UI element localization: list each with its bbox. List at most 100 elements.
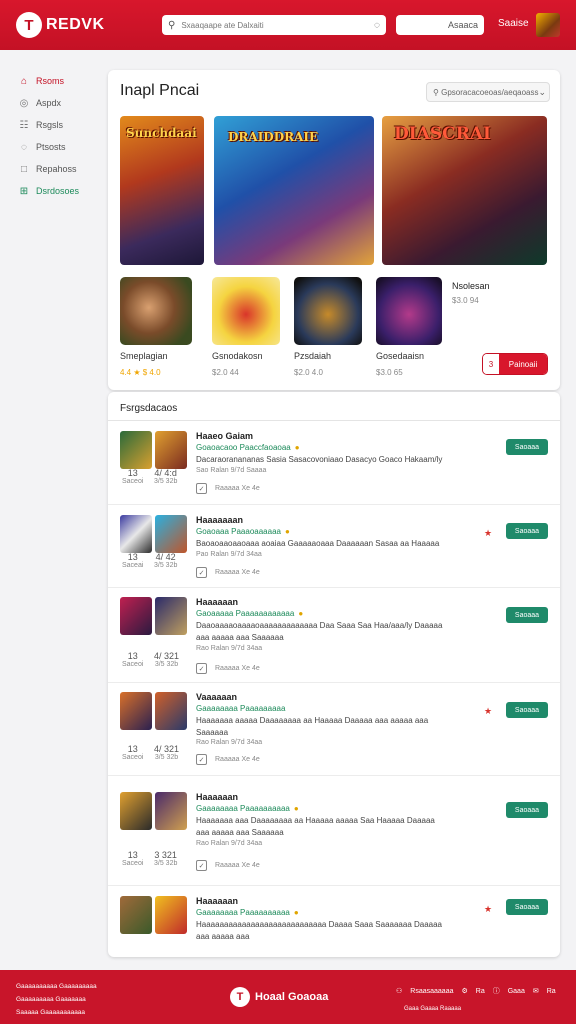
- game-name[interactable]: Smeplagian: [120, 351, 168, 361]
- featured-game-image-2[interactable]: DRAIDDRAIE: [214, 116, 374, 265]
- game-name[interactable]: Pzsdaiah: [294, 351, 331, 361]
- avatar[interactable]: [536, 13, 560, 37]
- game-meta: ✓ Raaaaa Xe 4e: [196, 567, 260, 578]
- favorite-star-icon[interactable]: ★: [484, 528, 492, 539]
- featured-filter-select[interactable]: ⚲ Gpsoracacoeoas/aeqaoass ⌄: [426, 82, 550, 102]
- clear-icon[interactable]: ◌: [374, 20, 380, 31]
- footer-line[interactable]: Gaaaaaaaaaa Gaaaaaaaaa: [16, 980, 97, 993]
- featured-game-image-3[interactable]: DIASCRAI: [382, 116, 547, 265]
- mail-icon[interactable]: ✉: [533, 987, 539, 995]
- footer-link[interactable]: Ra: [476, 988, 485, 995]
- coin-icon: ●: [294, 443, 300, 452]
- featured-side-price: $3.0 94: [452, 296, 479, 305]
- game-subtitle: Gaoaaaaa Paaaaaaaaaaaa ●: [196, 609, 304, 618]
- secondary-search[interactable]: Asaaca: [396, 15, 484, 35]
- checkbox-icon: ✓: [196, 754, 207, 765]
- game-thumbnail[interactable]: [155, 515, 187, 553]
- sidebar-item-4[interactable]: ◌ Ptsosts: [18, 136, 102, 158]
- game-title[interactable]: Haaaaaaan: [196, 515, 243, 525]
- game-thumbnail-3[interactable]: [294, 277, 362, 345]
- game-thumbnail[interactable]: [155, 792, 187, 830]
- footer-link[interactable]: Ra: [547, 988, 556, 995]
- footer: Gaaaaaaaaaa Gaaaaaaaaa Gaaaaaaaaa Gaaaaa…: [0, 970, 576, 1024]
- game-thumbnail[interactable]: [120, 792, 152, 830]
- sidebar-item-5[interactable]: □ Repahoss: [18, 158, 102, 180]
- game-thumbnail[interactable]: [120, 515, 152, 553]
- settings-icon[interactable]: ⚙: [461, 987, 467, 995]
- search-placeholder: Sxaaqaape ate Dalxaiti: [181, 20, 264, 30]
- footer-links: ⚇ Rsaasaaaaaa ⚙ Ra ⓘ Gaaa ✉ Ra: [396, 986, 564, 996]
- sidebar-item-label: Ptsosts: [36, 142, 66, 152]
- row-stat: 4/ 321 3/5 32b: [154, 651, 180, 668]
- logo[interactable]: T REDVK: [16, 12, 105, 38]
- game-title[interactable]: Haaaaaan: [196, 896, 238, 906]
- row-stat: 4/ 4:d 3/5 32b: [154, 468, 178, 485]
- buy-count: 3: [483, 354, 499, 374]
- game-thumbnail-2[interactable]: [212, 277, 280, 345]
- divider: [108, 504, 560, 505]
- game-name[interactable]: Gosedaaisn: [376, 351, 424, 361]
- game-description: Haaaaaaa aaaaa Daaaaaaaa aa Haaaaa Daaaa…: [196, 716, 429, 737]
- search-input[interactable]: ⚲ Sxaaqaape ate Dalxaiti ◌: [162, 15, 386, 35]
- game-thumbnail[interactable]: [120, 597, 152, 635]
- game-title[interactable]: Haaeo Gaiam: [196, 431, 253, 441]
- sidebar-item-2[interactable]: ◎ Aspdx: [18, 92, 102, 114]
- sidebar: ⌂ Rsoms ◎ Aspdx ☷ Rsgsls ◌ Ptsosts □ Rep…: [18, 70, 102, 202]
- sidebar-item-3[interactable]: ☷ Rsgsls: [18, 114, 102, 136]
- list-item[interactable]: 13 Saceoi 3 321 3/5 32b Haaaaaan Gaaaaaaaa…: [108, 790, 560, 876]
- chevron-down-icon: ⌄: [538, 86, 547, 97]
- game-thumbnail[interactable]: [155, 896, 187, 934]
- row-stat: 13 Saceai: [122, 552, 144, 569]
- game-thumbnail[interactable]: [155, 692, 187, 730]
- install-button[interactable]: Saoaaa: [506, 899, 548, 915]
- game-thumbnail[interactable]: [120, 896, 152, 934]
- footer-line[interactable]: Gaaaaaaaaa Gaaaaaaa: [16, 993, 97, 1006]
- buy-button[interactable]: 3 Painoaii: [482, 353, 548, 375]
- footer-logo[interactable]: T Hoaal Goaoaa: [230, 987, 328, 1007]
- game-title[interactable]: Vaaaaaan: [196, 692, 237, 702]
- game-thumbnail[interactable]: [120, 692, 152, 730]
- list-item[interactable]: 13 Saceoi 4/ 4:d 3/5 32b Haaeo Gaiam Goaoa…: [108, 428, 560, 504]
- info-icon[interactable]: ⓘ: [493, 986, 500, 996]
- featured-game-image-1[interactable]: Sunchdaai: [120, 116, 204, 265]
- footer-link[interactable]: Rsaasaaaaaa: [410, 988, 453, 995]
- footer-link[interactable]: Gaaa: [508, 988, 525, 995]
- list-item[interactable]: 13 Saceoi 4/ 321 3/5 32b Vaaaaaan Gaaaaaaa…: [108, 690, 560, 776]
- install-button[interactable]: Saoaaa: [506, 802, 548, 818]
- install-button[interactable]: Saoaaa: [506, 439, 548, 455]
- game-title[interactable]: Haaaaaan: [196, 792, 238, 802]
- game-thumbnail-4[interactable]: [376, 277, 442, 345]
- featured-side-name: Nsolesan: [452, 281, 490, 291]
- list-item[interactable]: 13 Saceai 4/ 42 3/5 32b Haaaaaaan Goaoaaa …: [108, 512, 560, 588]
- checkbox-icon: ✓: [196, 860, 207, 871]
- list-item[interactable]: Haaaaaan Gaaaaaaaa Paaaaaaaaaa ● Haaaaaaa…: [108, 894, 560, 954]
- coin-icon: ●: [293, 908, 299, 917]
- install-button[interactable]: Saoaaa: [506, 523, 548, 539]
- game-thumbnail[interactable]: [120, 431, 152, 469]
- game-subtitle: Gaaaaaaaa Paaaaaaaaaa ●: [196, 908, 299, 917]
- game-meta: $3.0 65: [376, 368, 403, 377]
- recommendations-title: Fsrgsdacaos: [120, 403, 178, 414]
- game-thumbnail[interactable]: [155, 431, 187, 469]
- list-item[interactable]: 13 Saceoi 4/ 321 3/5 32b Haaaaaan Gaoaaaaa…: [108, 595, 560, 681]
- install-button[interactable]: Saoaaa: [506, 607, 548, 623]
- user-label[interactable]: Saaise: [498, 18, 529, 29]
- sidebar-item-label: Aspdx: [36, 98, 62, 108]
- favorite-star-icon[interactable]: ★: [484, 904, 492, 915]
- install-button[interactable]: Saoaaa: [506, 702, 548, 718]
- game-image-caption: DIASCRAI: [394, 124, 491, 144]
- footer-line[interactable]: Saaaaa Gaaaaaaaaaaa: [16, 1006, 97, 1019]
- favorite-star-icon[interactable]: ★: [484, 706, 492, 717]
- sidebar-item-label: Rsgsls: [36, 120, 64, 130]
- sidebar-item-home[interactable]: ⌂ Rsoms: [18, 70, 102, 92]
- featured-card: Inapl Pncai ⚲ Gpsoracacoeoas/aeqaoass ⌄ …: [108, 70, 560, 390]
- game-thumbnail-1[interactable]: [120, 277, 192, 345]
- sidebar-item-6[interactable]: ⊞ Dsrdosoes: [18, 180, 102, 202]
- game-thumbnail[interactable]: [155, 597, 187, 635]
- game-name[interactable]: Gsnodakosn: [212, 351, 263, 361]
- game-meta: ✓ Raaaaa Xe 4e: [196, 483, 260, 494]
- game-title[interactable]: Haaaaaan: [196, 597, 238, 607]
- game-tags: Pao Ralan 9/7d 34aa: [196, 551, 262, 558]
- game-tags: Rao Ralan 9/7d 34aa: [196, 840, 263, 847]
- game-tags: Rao Ralan 9/7d 34aa: [196, 739, 263, 746]
